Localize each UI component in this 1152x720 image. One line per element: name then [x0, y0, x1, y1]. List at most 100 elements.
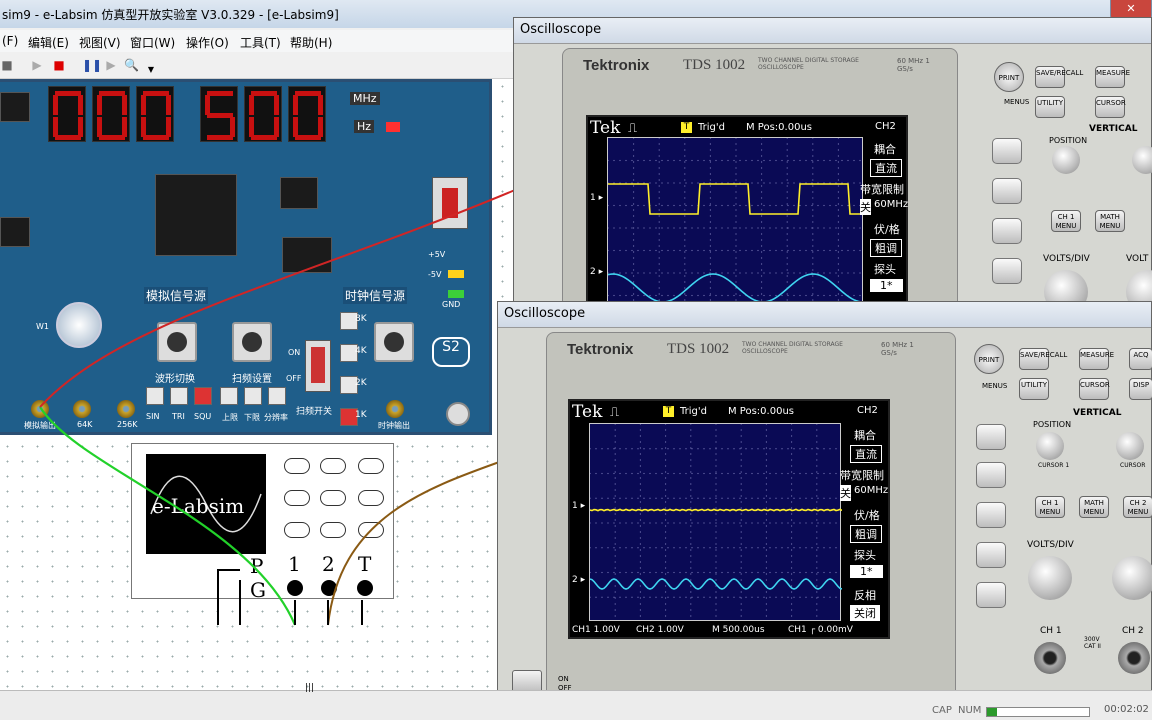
sweep-toggle[interactable] [305, 340, 331, 392]
scope2-measure-button[interactable]: MEASURE [1079, 348, 1114, 370]
scope2-math-menu-button[interactable]: MATH MENU [1079, 496, 1109, 518]
scope1-ch1-position-knob[interactable] [1052, 146, 1080, 174]
fgen-key[interactable] [320, 522, 346, 538]
pause-icon[interactable]: ❚❚ [82, 58, 102, 72]
scope2-t-marker: T [663, 406, 674, 417]
scope1-t-marker: T [681, 122, 692, 133]
sweep-setting-button[interactable] [232, 322, 272, 362]
fgen-key[interactable] [358, 490, 384, 506]
menu-view[interactable]: 视图(V) [79, 34, 121, 51]
scope2-ch1-volts-knob[interactable] [1028, 556, 1072, 600]
scope2-acq-button[interactable]: ACQ [1129, 348, 1152, 370]
scope2-trig: Trig'd [680, 406, 707, 417]
scope1-softkey-1[interactable] [992, 138, 1022, 164]
fgen-key[interactable] [284, 522, 310, 538]
scope2-print-button[interactable]: PRINT [974, 344, 1004, 374]
run-icon[interactable]: ▶ [30, 58, 44, 72]
scope2-softkey-4[interactable] [976, 542, 1006, 568]
menu-operation[interactable]: 操作(O) [186, 34, 229, 51]
menu-file[interactable]: (F) [2, 34, 18, 48]
scope2-ch1-position-knob[interactable] [1036, 432, 1064, 460]
zoom-icon[interactable]: 🔍 [124, 58, 139, 72]
scope1-softkey-4[interactable] [992, 258, 1022, 284]
function-generator[interactable]: e-Labsim P G 1 2 T [131, 443, 394, 602]
scope1-save-recall-button[interactable]: SAVE/RECALL [1035, 66, 1083, 88]
scope2-cursor-button[interactable]: CURSOR [1079, 378, 1110, 400]
tri-switch[interactable] [170, 387, 188, 405]
scope1-cursor-button[interactable]: CURSOR [1095, 96, 1126, 118]
menu-window[interactable]: 窗口(W) [130, 34, 175, 51]
jack-256k[interactable] [117, 400, 135, 418]
clock-button[interactable] [374, 322, 414, 362]
jack-clock-out[interactable] [386, 400, 404, 418]
scope1-menu-prefix-2: 关 [860, 199, 871, 215]
fgen-key[interactable] [358, 458, 384, 474]
scope1-menu-value-2: 60MHz [874, 199, 909, 210]
upper-switch[interactable] [220, 387, 238, 405]
scope2-ch1-menu-button[interactable]: CH 1 MENU [1035, 496, 1065, 518]
scope2-titlebar[interactable]: Oscilloscope [498, 302, 1151, 328]
sin-switch[interactable] [146, 387, 164, 405]
save-icon[interactable]: ■ [0, 58, 14, 72]
dropdown-icon[interactable]: ▼ [144, 63, 158, 77]
fgen-key[interactable] [320, 490, 346, 506]
scroll-handle-icon[interactable]: ||| [305, 683, 314, 693]
scope1-ch2-marker: 2 ▸ [590, 267, 604, 277]
scope2-softkey-1[interactable] [976, 424, 1006, 450]
slide-switch[interactable] [432, 177, 468, 229]
scope2-model: TDS 1002 [667, 341, 730, 357]
scope1-model: TDS 1002 [683, 57, 746, 73]
label-lower: 下限 [244, 413, 260, 422]
fgen-key[interactable] [358, 522, 384, 538]
scope2-status-m: M 500.00us [712, 625, 765, 635]
amplitude-knob[interactable] [56, 302, 102, 348]
scope2-softkey-2[interactable] [976, 462, 1006, 488]
scope2-ch2-volts-knob[interactable] [1112, 556, 1152, 600]
window-title: sim9 - e-Labsim 仿真型开放实验室 V3.0.329 - [e-L… [2, 8, 339, 22]
scope1-ch2-position-knob[interactable] [1132, 146, 1152, 174]
scope1-titlebar[interactable]: Oscilloscope [514, 18, 1151, 44]
pin-2-terminal[interactable] [321, 580, 337, 596]
scope1-softkey-3[interactable] [992, 218, 1022, 244]
scope2-ch2-position-knob[interactable] [1116, 432, 1144, 460]
resolution-switch[interactable] [268, 387, 286, 405]
scope2-ch1-bnc[interactable] [1034, 642, 1066, 674]
squ-switch[interactable] [194, 387, 212, 405]
signal-source-board[interactable]: MHz Hz +5V -5V GND 模拟信号源 时钟信号源 W1 波形切换 扫… [0, 79, 492, 435]
scope1-menu-label-4: 探头 [874, 263, 896, 276]
scope2-ch2-bnc[interactable] [1118, 642, 1150, 674]
pin-t-terminal[interactable] [357, 580, 373, 596]
step-icon[interactable]: ▶ [104, 58, 118, 72]
fgen-key[interactable] [284, 458, 310, 474]
menu-tools[interactable]: 工具(T) [240, 34, 281, 51]
scope2-position-label: POSITION [1033, 420, 1072, 429]
scope2-utility-button[interactable]: UTILITY [1019, 378, 1049, 400]
pin-1-terminal[interactable] [287, 580, 303, 596]
scope2-softkey-5[interactable] [976, 582, 1006, 608]
scope1-softkey-2[interactable] [992, 178, 1022, 204]
oscilloscope-window-2[interactable]: Oscilloscope Tektronix TDS 1002 TWO CHAN… [497, 301, 1152, 709]
menu-edit[interactable]: 编辑(E) [28, 34, 69, 51]
progress-bar [986, 707, 1090, 717]
wave-switch-button[interactable] [157, 322, 197, 362]
scope1-ch1-marker: 1 ▸ [590, 193, 604, 203]
lower-switch[interactable] [244, 387, 262, 405]
scope1-measure-button[interactable]: MEASURE [1095, 66, 1130, 88]
scope2-ch2-menu-button[interactable]: CH 2 MENU [1123, 496, 1152, 518]
fgen-key[interactable] [284, 490, 310, 506]
oscilloscope-window-1[interactable]: Oscilloscope Tektronix TDS 1002 TWO CHAN… [513, 17, 1152, 317]
scope1-utility-button[interactable]: UTILITY [1035, 96, 1065, 118]
scope2-save-recall-button[interactable]: SAVE/RECALL [1019, 348, 1067, 370]
jack-analog-out[interactable] [31, 400, 49, 418]
fgen-key[interactable] [320, 458, 346, 474]
jack-64k[interactable] [73, 400, 91, 418]
scope1-ch1-menu-button[interactable]: CH 1 MENU [1051, 210, 1081, 232]
stop-icon[interactable]: ■ [52, 58, 66, 72]
menu-help[interactable]: 帮助(H) [290, 34, 332, 51]
sweep-setting-label: 扫频设置 [232, 374, 272, 385]
scope2-disp-button[interactable]: DISP [1129, 378, 1152, 400]
scope2-softkey-3[interactable] [976, 502, 1006, 528]
scope1-math-menu-button[interactable]: MATH MENU [1095, 210, 1125, 232]
scope1-print-button[interactable]: PRINT [994, 62, 1024, 92]
scope2-brand: Tektronix [567, 341, 634, 358]
